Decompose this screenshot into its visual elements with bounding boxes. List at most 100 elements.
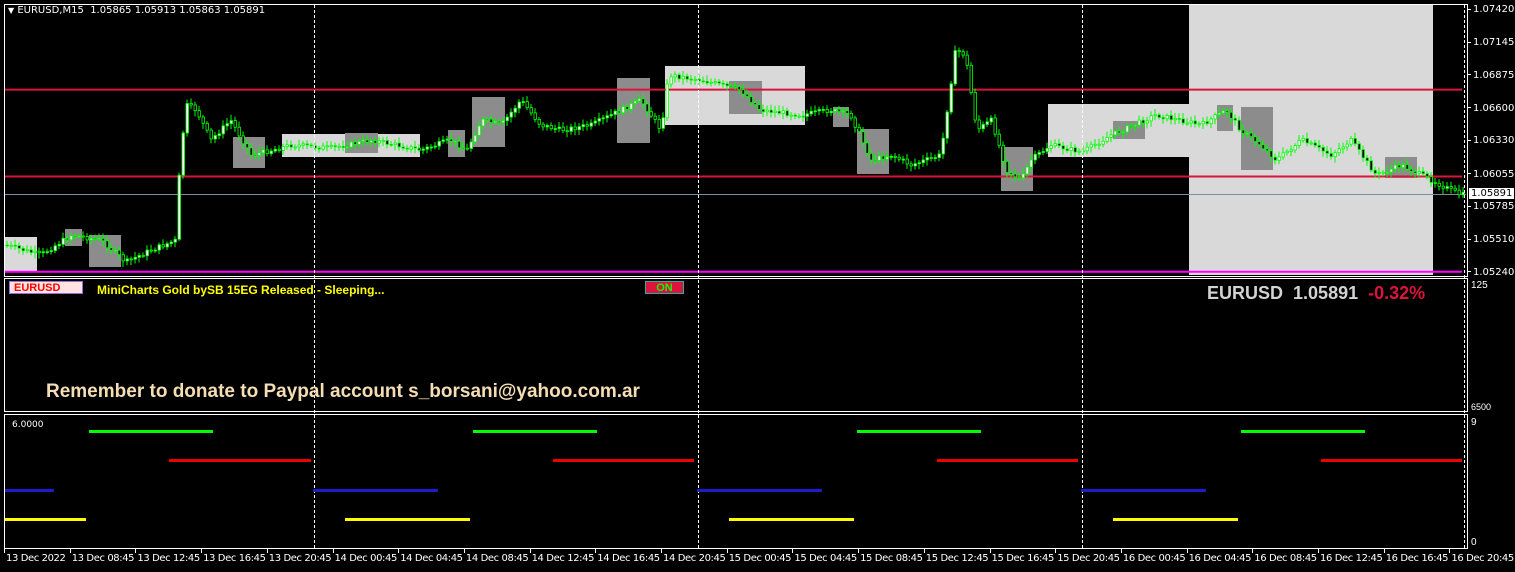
on-toggle-button[interactable]: ON: [645, 281, 684, 294]
candle-body: [873, 159, 877, 162]
candle-body: [949, 83, 953, 113]
candle-body: [493, 120, 497, 123]
candle-body: [1177, 118, 1181, 120]
candle-body: [889, 155, 893, 158]
candle-body: [1121, 131, 1125, 134]
signal-line-red: [169, 459, 311, 462]
candle-body: [1265, 148, 1269, 152]
price-tick-label: 1.05510: [1467, 234, 1514, 245]
time-tick-label: 15 Dec 12:45: [925, 553, 989, 564]
candle-body: [205, 122, 209, 131]
signal-line-green: [1241, 430, 1365, 433]
candle-body: [585, 124, 589, 127]
price-tick-label: 1.07420: [1467, 4, 1514, 15]
time-tick-label: 13 Dec 12:45: [137, 553, 200, 564]
candle-body: [777, 110, 781, 114]
candle-body: [117, 249, 121, 256]
candle-body: [857, 126, 861, 132]
candle-body: [449, 138, 453, 142]
candle-body: [1025, 166, 1029, 175]
candle-body: [793, 114, 797, 117]
candle-body: [773, 110, 777, 113]
time-tick-label: 13 Dec 20:45: [268, 553, 332, 564]
candle-body: [1161, 117, 1165, 120]
symbol-badge[interactable]: EURUSD: [9, 281, 83, 294]
signal-line-blue: [1081, 489, 1206, 492]
candle-body: [345, 146, 349, 149]
candle-body: [1181, 118, 1185, 124]
candle-body: [501, 120, 505, 124]
signal-line-blue: [313, 489, 438, 492]
collapse-triangle-icon[interactable]: ▼: [8, 6, 14, 15]
candle-body: [785, 110, 789, 117]
day-separator: [314, 5, 315, 548]
candle-body: [1329, 153, 1333, 158]
candle-body: [1101, 140, 1105, 145]
candle-body: [1429, 176, 1433, 183]
candle-body: [177, 174, 181, 240]
candle-body: [1249, 132, 1253, 138]
candle-body: [677, 74, 681, 80]
candle-body: [521, 101, 525, 103]
candle-body: [1261, 144, 1265, 150]
candle-body: [1305, 138, 1309, 144]
signal-line-green: [89, 430, 213, 433]
candle-body: [333, 145, 337, 147]
candle-body: [557, 126, 561, 129]
candle-body: [977, 119, 981, 130]
candle-body: [245, 143, 249, 149]
candle-body: [453, 140, 457, 143]
candle-body: [885, 156, 889, 160]
candle-body: [701, 80, 705, 83]
time-tick: [595, 548, 597, 553]
time-tick: [661, 548, 662, 553]
candle-body: [1437, 182, 1441, 187]
candle-body: [125, 258, 129, 262]
candle-body: [573, 126, 577, 131]
candle-body: [185, 103, 189, 134]
candle-body: [1201, 121, 1205, 125]
candle-body: [729, 85, 733, 88]
candle-body: [1345, 143, 1349, 148]
candle-body: [305, 143, 309, 146]
candle-body: [129, 258, 133, 261]
candle-body: [621, 106, 625, 114]
candle-body: [193, 104, 197, 112]
price-tick-label: 1.06330: [1467, 135, 1514, 146]
candle-body: [201, 116, 205, 124]
candle-body: [1117, 130, 1121, 134]
candle-body: [505, 116, 509, 122]
candle-body: [301, 143, 305, 146]
candle-body: [781, 110, 785, 114]
time-tick-label: 14 Dec 00:45: [334, 553, 398, 564]
candle-body: [933, 157, 937, 159]
candle-body: [569, 126, 573, 132]
candle-body: [925, 157, 929, 161]
candle-body: [1457, 189, 1461, 196]
candle-body: [1193, 120, 1197, 125]
time-tick: [4, 548, 5, 553]
candle-body: [525, 101, 529, 109]
candle-body: [469, 141, 473, 149]
candle-body: [1221, 110, 1225, 114]
candle-body: [1453, 187, 1457, 191]
candle-body: [1233, 117, 1237, 121]
candle-body: [981, 124, 985, 130]
candle-body: [9, 244, 13, 247]
time-tick: [923, 548, 925, 553]
candle-body: [17, 245, 21, 249]
candle-body: [105, 240, 109, 249]
candle-body: [377, 140, 381, 144]
candle-body: [309, 144, 313, 147]
indicator-scale-bottom: 6500: [1471, 402, 1492, 412]
candle-body: [1257, 141, 1261, 146]
candle-body: [233, 120, 237, 128]
candle-body: [669, 76, 673, 85]
candle-body: [489, 118, 493, 123]
candle-body: [509, 111, 513, 118]
candle-body: [717, 81, 721, 84]
candle-body: [749, 96, 753, 104]
candle-body: [645, 103, 649, 113]
candle-body: [529, 107, 533, 114]
subwindow-value: 6.0000: [12, 420, 44, 430]
